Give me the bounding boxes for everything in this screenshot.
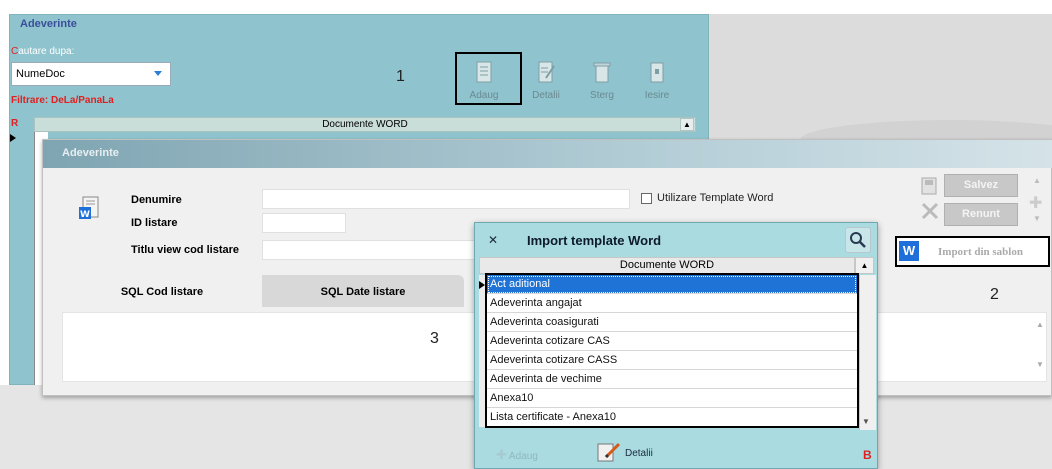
- exit-button[interactable]: Iesire: [633, 55, 681, 107]
- highlight-box: [485, 273, 859, 428]
- filter-label[interactable]: Filtrare: DeLa/PanaLa: [11, 95, 114, 106]
- chevron-down-icon: [154, 71, 162, 76]
- step-2-marker: 2: [990, 286, 999, 303]
- scroll-down-icon[interactable]: ▼: [1036, 360, 1044, 369]
- save-icon: [921, 177, 937, 195]
- view-title-field[interactable]: [262, 240, 477, 260]
- details-button-label: Detalii: [532, 90, 560, 101]
- dialog-title: Import template Word: [527, 233, 662, 248]
- exit-button-label: Iesire: [644, 90, 670, 101]
- import-from-template-label: Import din sablon: [938, 246, 1023, 258]
- search-by-label: Cautare dupa:: [11, 46, 75, 57]
- grid-column-header[interactable]: Documente WORD: [34, 117, 696, 132]
- use-word-template-label[interactable]: Utilizare Template Word: [657, 192, 773, 204]
- add-button[interactable]: Adaug: [460, 55, 508, 107]
- svg-text:W: W: [80, 210, 90, 220]
- back-window-title: Adeverinte: [20, 18, 77, 30]
- search-icon: [850, 232, 866, 248]
- add-button-label: Adaug: [469, 90, 499, 101]
- scroll-down-icon[interactable]: ▼: [862, 417, 870, 426]
- edit-pencil-icon[interactable]: [596, 441, 622, 463]
- scroll-up-icon[interactable]: ▲: [1036, 320, 1044, 329]
- front-window-titlebar[interactable]: [43, 140, 1052, 168]
- details-button[interactable]: Detalii: [522, 55, 570, 107]
- search-by-value: NumeDoc: [16, 68, 65, 80]
- name-field[interactable]: [262, 189, 630, 209]
- search-button[interactable]: [845, 227, 871, 253]
- step-3-marker: 3: [430, 330, 439, 347]
- row-pointer-icon: [10, 134, 16, 142]
- chevron-up-icon[interactable]: ▲: [1033, 176, 1041, 185]
- use-word-template-checkbox[interactable]: [641, 193, 652, 204]
- dialog-add-label: Adaug: [508, 451, 538, 462]
- view-title-label: Titlu view cod listare: [131, 244, 239, 256]
- chevron-down-icon[interactable]: ▼: [1033, 214, 1041, 223]
- dialog-scrollbar[interactable]: [859, 275, 876, 430]
- listing-id-label: ID listare: [131, 217, 178, 229]
- tab-sql-cod-listare[interactable]: SQL Cod listare: [62, 275, 262, 305]
- plus-icon[interactable]: ✚: [1029, 193, 1042, 213]
- word-document-icon: W: [79, 196, 99, 220]
- dialog-add-button[interactable]: ✚ Adaug: [496, 447, 538, 463]
- trash-icon: [593, 62, 611, 83]
- name-label: Denumire: [131, 194, 182, 206]
- close-icon[interactable]: ✕: [484, 231, 502, 249]
- listing-id-field[interactable]: [262, 213, 346, 233]
- word-icon: W: [899, 241, 919, 261]
- row-pointer-icon: [479, 281, 485, 289]
- grid-marker: R: [11, 118, 19, 129]
- scroll-up-icon[interactable]: ▲: [680, 118, 694, 131]
- add-document-icon: [476, 61, 492, 83]
- scroll-up-icon[interactable]: ▲: [855, 257, 874, 274]
- edit-document-icon: [538, 61, 555, 83]
- search-by-select[interactable]: NumeDoc: [11, 62, 171, 86]
- delete-button[interactable]: Sterg: [578, 55, 626, 107]
- dialog-marker: B: [863, 448, 872, 462]
- delete-button-label: Sterg: [590, 90, 614, 101]
- dialog-details-button[interactable]: Detalii: [625, 448, 653, 459]
- step-1-marker: 1: [396, 68, 405, 85]
- dialog-grid-header[interactable]: Documente WORD: [479, 257, 855, 274]
- exit-door-icon: [650, 62, 664, 83]
- save-button[interactable]: Salvez: [944, 174, 1018, 197]
- front-window-title: Adeverinte: [62, 147, 119, 159]
- plus-icon: ✚: [496, 447, 507, 462]
- tab-sql-date-listare[interactable]: SQL Date listare: [262, 275, 464, 307]
- cancel-icon: [921, 202, 939, 220]
- cancel-button[interactable]: Renunt: [944, 203, 1018, 226]
